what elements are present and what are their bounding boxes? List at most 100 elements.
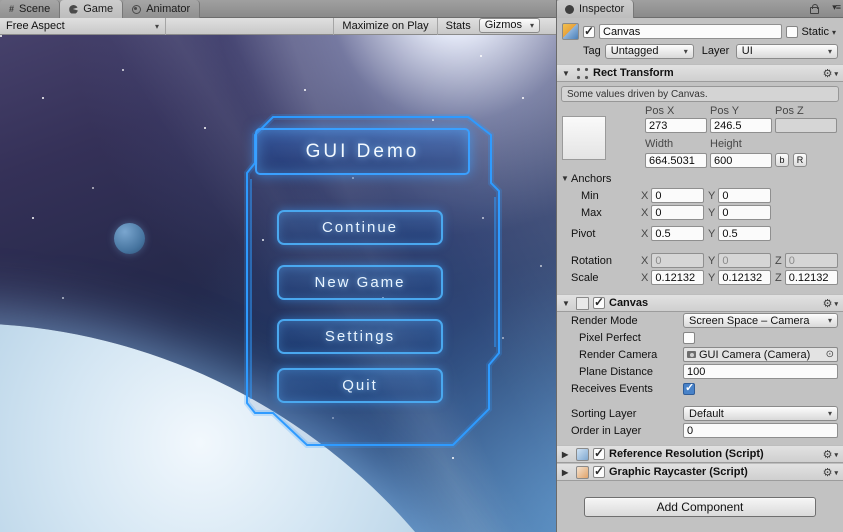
static-dropdown-icon[interactable]	[832, 26, 836, 38]
tab-game[interactable]: Game	[60, 0, 124, 18]
gear-icon[interactable]	[823, 297, 833, 310]
anchor-min-y-field[interactable]: 0	[718, 188, 771, 203]
x-axis-label: X	[641, 254, 649, 267]
reference-resolution-enabled-checkbox[interactable]	[593, 446, 605, 460]
anchor-max-y-field[interactable]: 0	[718, 205, 771, 220]
width-field[interactable]: 664.5031	[645, 153, 707, 168]
anchor-min-x-field[interactable]: 0	[651, 188, 704, 203]
name-field[interactable]: Canvas	[599, 24, 783, 39]
gameobject-icon	[562, 23, 579, 40]
foldout-icon[interactable]	[562, 450, 572, 459]
aspect-dropdown[interactable]: Free Aspect	[0, 17, 166, 35]
anchors-foldout-icon[interactable]	[561, 174, 571, 183]
scale-x-field[interactable]: 0.12132	[651, 270, 704, 285]
stats-label: Stats	[445, 20, 471, 32]
component-settings[interactable]	[823, 297, 838, 310]
component-settings[interactable]	[823, 448, 838, 461]
receives-events-checkbox[interactable]	[683, 381, 695, 395]
y-axis-label: Y	[708, 189, 716, 202]
canvas-component-icon	[576, 296, 589, 310]
inspector-panel: Canvas Static Tag Untagged Layer UI	[557, 18, 843, 532]
anchor-max-x-field[interactable]: 0	[651, 205, 704, 220]
gear-icon[interactable]	[823, 448, 833, 461]
object-picker-icon[interactable]	[826, 349, 834, 360]
anchors-row: Anchors	[557, 170, 843, 187]
tab-scene[interactable]: Scene	[0, 0, 61, 18]
min-label: Min	[581, 189, 599, 202]
canvas-component-header[interactable]: Canvas	[557, 294, 843, 312]
pos-x-field[interactable]: 273	[645, 118, 707, 133]
y-axis-label: Y	[708, 227, 716, 240]
rotation-y-field: 0	[718, 253, 771, 268]
pivot-y-field[interactable]: 0.5	[718, 226, 771, 241]
active-checkbox[interactable]	[583, 24, 595, 38]
component-settings[interactable]	[823, 466, 838, 479]
rotation-x-field: 0	[651, 253, 704, 268]
tab-animator[interactable]: Animator	[123, 0, 201, 18]
pivot-x-field[interactable]: 0.5	[651, 226, 704, 241]
continue-button[interactable]: Continue	[277, 210, 443, 245]
tab-scene-label: Scene	[19, 3, 51, 15]
render-camera-label: Render Camera	[579, 348, 658, 361]
panel-menu-icon[interactable]	[832, 2, 840, 13]
graphic-raycaster-header[interactable]: Graphic Raycaster (Script)	[557, 463, 843, 481]
static-checkbox[interactable]	[786, 25, 799, 38]
foldout-icon[interactable]	[562, 299, 572, 308]
maximize-on-play-button[interactable]: Maximize on Play	[333, 17, 436, 35]
foldout-icon[interactable]	[562, 468, 572, 477]
pixel-perfect-label: Pixel Perfect	[579, 331, 641, 344]
tag-value: Untagged	[610, 45, 659, 57]
static-control[interactable]: Static	[786, 25, 838, 38]
quit-button[interactable]: Quit	[277, 368, 443, 403]
x-axis-label: X	[641, 189, 649, 202]
sorting-layer-dropdown[interactable]: Default	[683, 406, 838, 421]
gear-dropdown-icon[interactable]	[834, 297, 838, 309]
stats-button[interactable]: Stats	[436, 17, 479, 35]
reference-resolution-header[interactable]: Reference Resolution (Script)	[557, 445, 843, 463]
tag-dropdown[interactable]: Untagged	[604, 43, 694, 59]
anchor-preset-button[interactable]	[562, 116, 606, 160]
height-field[interactable]: 600	[710, 153, 772, 168]
sorting-layer-row: Sorting Layer Default	[557, 405, 843, 422]
render-mode-value: Screen Space – Camera	[689, 314, 810, 327]
add-component-button[interactable]: Add Component	[584, 497, 816, 517]
tab-animator-label: Animator	[146, 3, 191, 15]
reference-resolution-title: Reference Resolution (Script)	[609, 448, 764, 460]
foldout-icon[interactable]	[562, 69, 572, 78]
gear-icon[interactable]	[823, 466, 833, 479]
gizmos-dropdown[interactable]: Gizmos	[478, 17, 540, 33]
raw-edit-button[interactable]: R	[793, 153, 807, 167]
tab-inspector[interactable]: Inspector	[556, 0, 635, 18]
scale-y-field[interactable]: 0.12132	[718, 270, 771, 285]
settings-button[interactable]: Settings	[277, 319, 443, 354]
scale-z-field[interactable]: 0.12132	[784, 270, 838, 285]
blueprint-mode-button[interactable]: b	[775, 153, 789, 167]
static-label: Static	[801, 25, 829, 38]
graphic-raycaster-enabled-checkbox[interactable]	[593, 464, 605, 478]
new-game-button[interactable]: New Game	[277, 265, 443, 300]
game-gui-menu: GUI Demo Continue New Game Settings Quit	[243, 113, 508, 458]
layer-dropdown[interactable]: UI	[735, 43, 838, 59]
canvas-enabled-checkbox[interactable]	[593, 295, 605, 309]
rect-transform-icon	[576, 66, 589, 80]
menu-title: GUI Demo	[255, 128, 470, 175]
gear-dropdown-icon[interactable]	[834, 67, 838, 79]
pos-y-field[interactable]: 246.5	[710, 118, 772, 133]
rect-transform-header[interactable]: Rect Transform	[557, 64, 843, 82]
gear-dropdown-icon[interactable]	[834, 448, 838, 460]
lock-icon[interactable]	[810, 4, 819, 14]
render-camera-object-field[interactable]: GUI Camera (Camera)	[683, 347, 838, 362]
width-label: Width	[645, 138, 674, 150]
order-in-layer-field[interactable]: 0	[683, 423, 838, 438]
anchors-min-row: Min X 0 Y 0	[557, 187, 843, 204]
pixel-perfect-checkbox[interactable]	[683, 331, 695, 344]
render-mode-dropdown[interactable]: Screen Space – Camera	[683, 313, 838, 328]
game-view: GUI Demo Continue New Game Settings Quit	[0, 35, 556, 532]
gear-icon[interactable]	[823, 67, 833, 80]
component-settings[interactable]	[823, 67, 838, 80]
max-label: Max	[581, 206, 602, 219]
plane-distance-field[interactable]: 100	[683, 364, 838, 379]
stars	[0, 35, 2, 37]
order-in-layer-row: Order in Layer 0	[557, 422, 843, 439]
gear-dropdown-icon[interactable]	[834, 466, 838, 478]
